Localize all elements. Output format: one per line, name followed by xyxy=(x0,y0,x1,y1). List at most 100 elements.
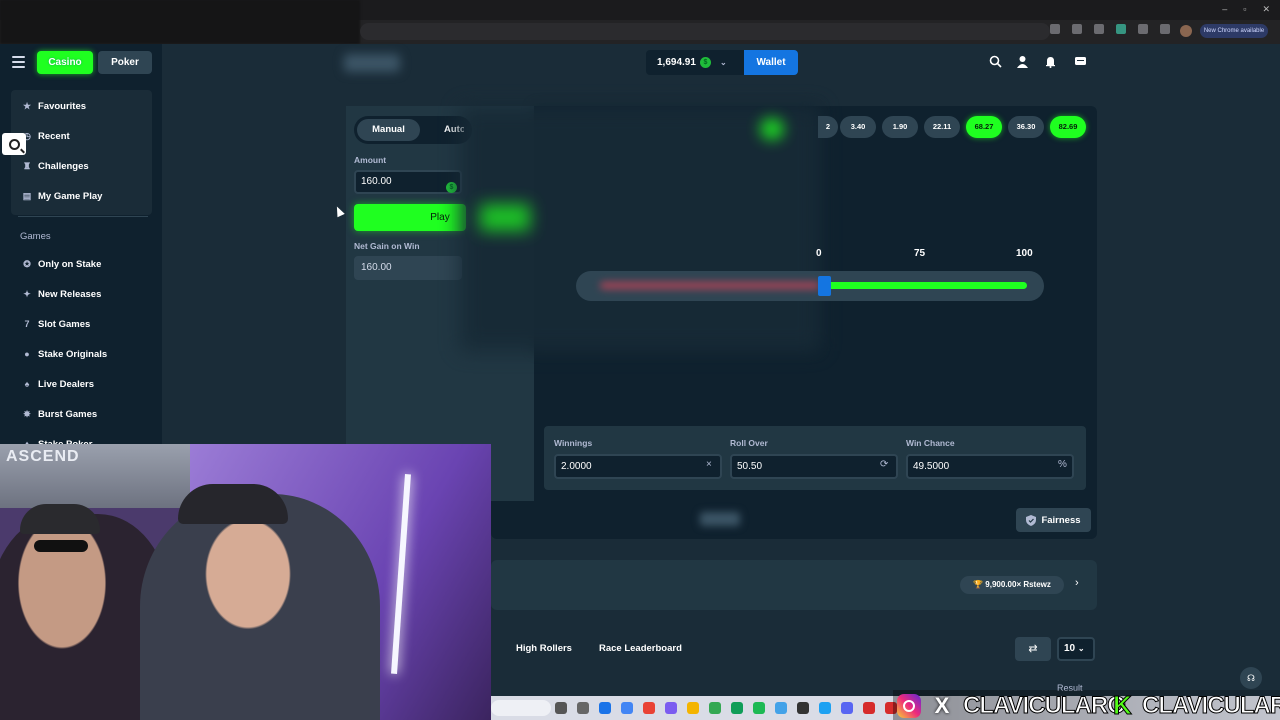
banner-text: ASCEND xyxy=(6,448,80,465)
amount-label: Amount xyxy=(354,155,387,165)
sidebar-item-burst-games[interactable]: ✸ Burst Games xyxy=(22,406,97,422)
app-icon[interactable] xyxy=(665,702,677,714)
big-win-badge[interactable]: 🏆 9,900.00× Rstewz xyxy=(960,576,1064,594)
sidebar-item-slot-games[interactable]: 7 Slot Games xyxy=(22,316,90,332)
edge-icon[interactable] xyxy=(621,702,633,714)
result-pill[interactable]: 36.30 xyxy=(1008,116,1044,138)
folder-icon[interactable] xyxy=(687,702,699,714)
sidebar-item-label: Challenges xyxy=(38,160,89,172)
winnings-input[interactable]: 2.0000 xyxy=(554,454,722,479)
sidebar-item-only-on-stake[interactable]: ✪ Only on Stake xyxy=(22,256,101,272)
app-icon[interactable] xyxy=(863,702,875,714)
result-pill[interactable]: 3.40 xyxy=(840,116,876,138)
extension-icon[interactable] xyxy=(1116,24,1126,34)
casino-label: Casino xyxy=(48,57,82,68)
widget-icon[interactable] xyxy=(577,702,589,714)
sidebar-item-label: My Game Play xyxy=(38,190,103,202)
slot-icon: 7 xyxy=(24,319,30,329)
sidebar-item-label: Burst Games xyxy=(38,408,98,420)
sidebar-item-live-dealers[interactable]: ♠ Live Dealers xyxy=(22,376,94,392)
app-icon[interactable] xyxy=(797,702,809,714)
result-pill[interactable]: 1.90 xyxy=(882,116,918,138)
app-header xyxy=(0,44,1280,82)
slider-handle[interactable] xyxy=(818,276,831,296)
close-window-button[interactable]: ✕ xyxy=(1262,4,1270,15)
flame-icon: ● xyxy=(24,349,30,359)
win-chance-label: Win Chance xyxy=(906,438,955,448)
result-pill[interactable]: 82.69 xyxy=(1050,116,1086,138)
minimize-button[interactable]: – xyxy=(1222,4,1227,15)
trophy-icon: 🏆 xyxy=(973,580,984,589)
address-bar[interactable] xyxy=(360,23,1050,40)
maximize-button[interactable]: ▫ xyxy=(1243,4,1246,15)
mute-icon[interactable] xyxy=(1050,24,1060,34)
sunglasses xyxy=(34,540,88,552)
magnifier-zoom-icon[interactable] xyxy=(2,133,26,155)
cap-left xyxy=(20,504,100,534)
hamburger-menu-icon[interactable] xyxy=(12,56,25,68)
chevron-right-icon[interactable]: › xyxy=(1075,577,1079,589)
user-icon[interactable] xyxy=(1015,55,1029,69)
chat-icon[interactable] xyxy=(1073,55,1087,69)
hide-stats-icon[interactable]: ⇄ xyxy=(1015,637,1051,661)
coin-icon: $ xyxy=(699,57,711,68)
zoom-icon[interactable] xyxy=(1072,24,1082,34)
puzzle-icon[interactable] xyxy=(1138,24,1148,34)
slider-win-zone xyxy=(824,282,1027,289)
multiplier-icon: × xyxy=(706,459,712,470)
play-button[interactable]: Play xyxy=(354,204,466,231)
tab-race-leaderboard[interactable]: Race Leaderboard xyxy=(599,643,682,654)
balance-selector[interactable]: 1,694.91 $ ⌄ xyxy=(646,50,744,75)
app-icon[interactable] xyxy=(775,702,787,714)
taskbar-search[interactable] xyxy=(491,700,551,716)
casino-button[interactable]: Casino xyxy=(37,51,93,74)
discord-icon[interactable] xyxy=(841,702,853,714)
spotify-icon[interactable] xyxy=(753,702,765,714)
roll-over-input[interactable]: 50.50 xyxy=(730,454,898,479)
chevron-down-icon: ⌄ xyxy=(1077,644,1085,653)
sidebar-item-label: Stake Originals xyxy=(38,348,108,360)
app-icon[interactable] xyxy=(731,702,743,714)
kick-logo-icon: K xyxy=(1113,690,1133,720)
big-win-text: 9,900.00× Rstewz xyxy=(985,580,1051,589)
chrome-update-button[interactable]: New Chrome available xyxy=(1200,24,1268,38)
result-pill[interactable]: 22.11 xyxy=(924,116,960,138)
search-icon[interactable] xyxy=(988,55,1002,69)
headset-support-icon[interactable]: ☊ xyxy=(1240,667,1262,689)
trophy-icon: ♜ xyxy=(22,161,32,171)
swap-icon[interactable]: ⟳ xyxy=(880,459,888,470)
poker-button[interactable]: Poker xyxy=(98,51,152,74)
bookmark-star-icon[interactable] xyxy=(1094,24,1104,34)
rows-select[interactable]: 10 ⌄ xyxy=(1057,637,1095,661)
app-icon[interactable] xyxy=(819,702,831,714)
tab-high-rollers[interactable]: High Rollers xyxy=(516,643,572,654)
app-icon[interactable] xyxy=(643,702,655,714)
tab-manual[interactable]: Manual xyxy=(357,119,420,141)
kick-handle: CLAVICULAR xyxy=(1141,692,1280,720)
sidebar-item-recent[interactable]: ◷ Recent xyxy=(22,128,70,144)
winnings-label: Winnings xyxy=(554,438,593,448)
chrome-icon[interactable] xyxy=(599,702,611,714)
sidebar-item-my-game-play[interactable]: ▤ My Game Play xyxy=(22,188,103,204)
wallet-button[interactable]: Wallet xyxy=(744,50,798,75)
rows-select-value: 10 xyxy=(1064,643,1076,654)
screen: { "browser": { "update_label": "New Chro… xyxy=(0,0,1280,720)
sidebar-item-label: Favourites xyxy=(38,100,87,112)
sidebar-item-stake-originals[interactable]: ● Stake Originals xyxy=(22,346,107,362)
bell-icon[interactable] xyxy=(1043,55,1057,69)
sidebar-item-new-releases[interactable]: ✦ New Releases xyxy=(22,286,101,302)
blurred-play-glow xyxy=(480,204,530,231)
sidebar-item-challenges[interactable]: ♜ Challenges xyxy=(22,158,89,174)
profile-avatar[interactable] xyxy=(1180,25,1192,37)
sidebar-icon[interactable] xyxy=(1160,24,1170,34)
app-icon[interactable] xyxy=(709,702,721,714)
result-pill[interactable]: 68.27 xyxy=(966,116,1002,138)
coin-icon: $ xyxy=(446,182,457,193)
mouse-cursor-icon xyxy=(333,204,345,218)
fairness-button[interactable]: Fairness xyxy=(1016,508,1091,532)
task-view-icon[interactable] xyxy=(555,702,567,714)
webcam-banner: ASCEND xyxy=(0,444,190,508)
roll-over-label: Roll Over xyxy=(730,438,768,448)
sidebar-item-favourites[interactable]: ★ Favourites xyxy=(22,98,86,114)
win-chance-input[interactable]: 49.5000 xyxy=(906,454,1074,479)
